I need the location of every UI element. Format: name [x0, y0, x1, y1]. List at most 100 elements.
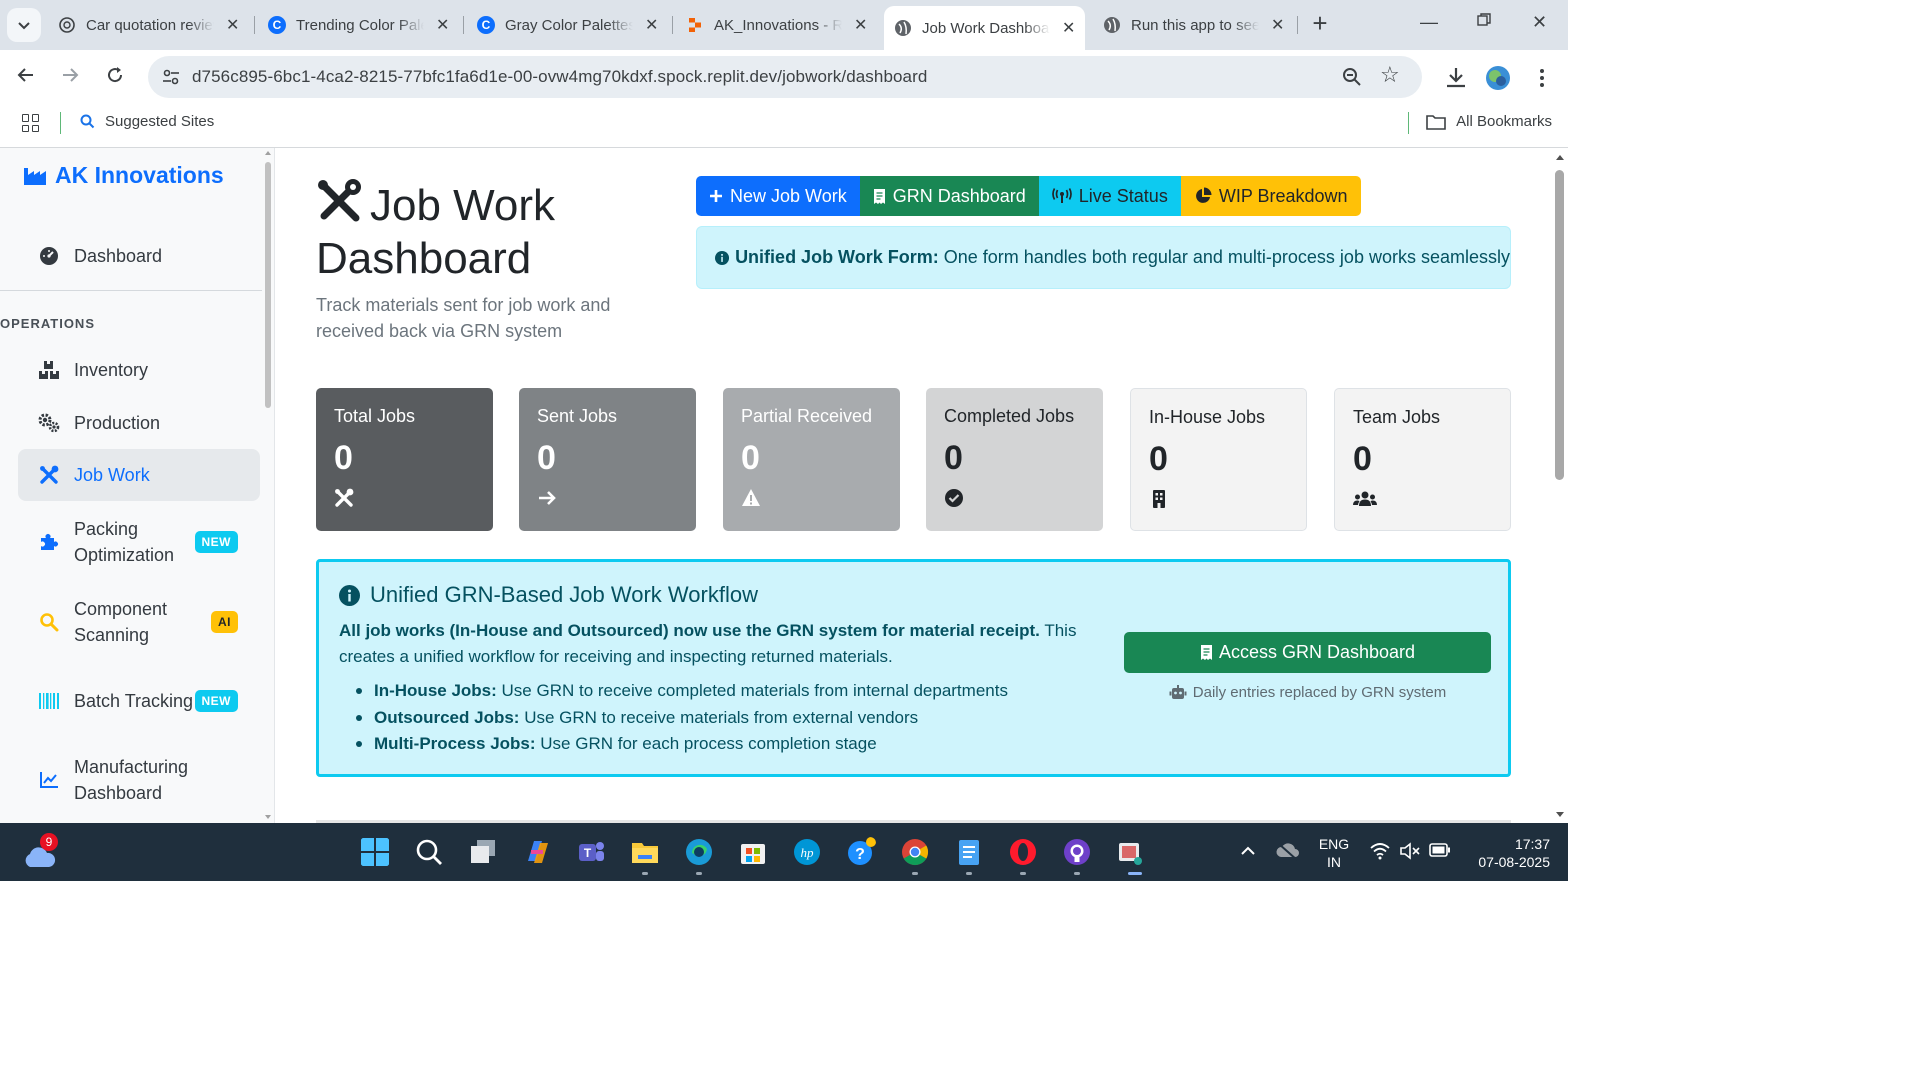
page-scrollbar-thumb[interactable] — [1555, 170, 1564, 480]
tab-separator — [463, 16, 464, 34]
tools-icon — [335, 488, 354, 507]
help-icon[interactable]: ? — [846, 837, 876, 867]
notepad-icon[interactable] — [954, 837, 984, 867]
github-desktop-icon[interactable] — [1062, 837, 1092, 867]
browser-tab[interactable]: C Gray Color Palettes ✕ — [467, 8, 668, 42]
kebab-menu-icon[interactable] — [1528, 64, 1556, 92]
weather-widget[interactable]: 9 — [22, 833, 58, 867]
sidebar-item-manufacturing-dashboard[interactable]: Manufacturing Dashboard — [18, 752, 260, 808]
address-bar[interactable]: d756c895-6bc1-4ca2-8215-77bfc1fa6d1e-00-… — [148, 56, 1422, 98]
access-grn-dashboard-button[interactable]: Access GRN Dashboard — [1124, 632, 1491, 673]
close-icon[interactable]: ✕ — [645, 15, 658, 35]
suggested-sites-bookmark[interactable]: Suggested Sites — [80, 113, 214, 130]
list-item-bold: Multi-Process Jobs: — [374, 734, 536, 753]
chrome-icon[interactable] — [900, 837, 930, 867]
running-indicator — [966, 872, 972, 875]
close-icon[interactable]: ✕ — [226, 15, 239, 35]
sidebar-item-production[interactable]: Production — [18, 403, 260, 443]
file-explorer-icon[interactable] — [630, 837, 660, 867]
notification-badge: 9 — [40, 833, 58, 851]
browser-tab[interactable]: Run this app to see ✕ — [1093, 8, 1294, 42]
page-scrollbar[interactable] — [1552, 148, 1568, 823]
forward-button[interactable] — [56, 64, 84, 92]
snipping-tool-icon[interactable] — [1116, 837, 1146, 867]
bookmark-star-icon[interactable]: ☆ — [1380, 62, 1400, 88]
scroll-up-icon[interactable] — [1555, 154, 1565, 161]
browser-tab[interactable]: AK_Innovations - Replit ✕ — [676, 8, 877, 42]
profile-avatar[interactable] — [1484, 64, 1512, 92]
chevron-up-icon[interactable] — [1240, 845, 1256, 857]
teams-icon[interactable]: T — [576, 837, 606, 867]
brand-link[interactable]: AK Innovations — [23, 162, 224, 189]
sidebar-item-batch-tracking[interactable]: Batch Tracking NEW — [18, 673, 260, 729]
browser-tab[interactable]: Car quotation review ✕ — [48, 8, 249, 42]
apps-grid-icon[interactable] — [22, 114, 40, 132]
browser-tab-active[interactable]: Job Work Dashboard ✕ — [884, 6, 1086, 50]
wip-breakdown-button[interactable]: WIP Breakdown — [1180, 176, 1361, 216]
window-close-icon[interactable]: ✕ — [1532, 12, 1547, 33]
new-tab-button[interactable]: + — [1306, 10, 1334, 38]
reload-button[interactable] — [101, 64, 129, 92]
onedrive-icon[interactable] — [1276, 841, 1300, 861]
search-icon[interactable] — [414, 837, 444, 867]
browser-tab[interactable]: C Trending Color Palettes ✕ — [258, 8, 459, 42]
sidebar-item-label: Component Scanning — [74, 599, 168, 645]
sidebar-scrollbar-thumb[interactable] — [265, 162, 271, 408]
scroll-up-icon[interactable] — [264, 150, 272, 156]
language-indicator[interactable]: ENG IN — [1316, 835, 1352, 871]
wifi-icon[interactable] — [1370, 842, 1390, 860]
os-taskbar: 9 T hp ? ENG IN 17:37 07-08-2025 — [0, 823, 1568, 881]
windows-start-icon[interactable] — [360, 837, 390, 867]
arrow-right-icon — [539, 491, 556, 505]
zoom-icon[interactable] — [1340, 65, 1364, 89]
info-alert: Unified Job Work Form: One form handles … — [696, 226, 1511, 289]
tab-title: Job Work Dashboard — [922, 19, 1050, 37]
tab-title: Run this app to see — [1131, 16, 1259, 34]
url-text[interactable]: d756c895-6bc1-4ca2-8215-77bfc1fa6d1e-00-… — [192, 67, 927, 87]
microsoft-store-icon[interactable] — [738, 837, 768, 867]
hp-icon[interactable]: hp — [792, 837, 822, 867]
new-badge: NEW — [194, 690, 238, 712]
all-bookmarks-label: All Bookmarks — [1456, 113, 1552, 130]
tab-title: AK_Innovations - Replit — [714, 16, 842, 34]
close-icon[interactable]: ✕ — [436, 15, 449, 35]
all-bookmarks-button[interactable]: All Bookmarks — [1426, 113, 1552, 130]
stat-card-total-jobs: Total Jobs 0 — [316, 388, 493, 531]
sidebar-item-packing-optimization[interactable]: Packing Optimization NEW — [18, 514, 260, 570]
chevron-down-icon — [18, 22, 30, 30]
sidebar-item-job-work[interactable]: Job Work — [18, 449, 260, 501]
browser-toolbar: d756c895-6bc1-4ca2-8215-77bfc1fa6d1e-00-… — [0, 50, 1568, 106]
task-view-icon[interactable] — [468, 837, 498, 867]
close-icon[interactable]: ✕ — [854, 15, 867, 35]
building-icon — [1153, 490, 1165, 508]
list-item-text: Use GRN for each process completion stag… — [540, 734, 877, 753]
sidebar-item-dashboard[interactable]: Dashboard — [18, 236, 260, 276]
restore-icon[interactable] — [1476, 12, 1492, 33]
live-status-button[interactable]: Live Status — [1038, 176, 1181, 216]
running-indicator — [696, 872, 702, 875]
back-button[interactable] — [12, 64, 40, 92]
browser-tab-strip: Car quotation review ✕ C Trending Color … — [0, 0, 1568, 50]
copilot-icon[interactable] — [522, 837, 552, 867]
stat-label: Team Jobs — [1353, 407, 1441, 427]
sidebar-item-component-scanning[interactable]: Component Scanning AI — [18, 594, 260, 650]
sidebar-scrollbar[interactable] — [264, 148, 272, 823]
scroll-down-icon[interactable] — [1555, 811, 1565, 818]
sidebar-item-inventory[interactable]: Inventory — [18, 350, 260, 390]
grn-dashboard-button[interactable]: GRN Dashboard — [859, 176, 1039, 216]
battery-icon[interactable] — [1429, 843, 1451, 857]
minimize-icon[interactable]: — — [1420, 12, 1438, 33]
new-job-work-button[interactable]: New Job Work — [696, 176, 860, 216]
tab-title: Trending Color Palettes — [296, 16, 424, 34]
close-icon[interactable]: ✕ — [1271, 15, 1284, 35]
cogs-icon — [38, 412, 60, 434]
speaker-muted-icon[interactable] — [1399, 842, 1421, 860]
opera-icon[interactable] — [1008, 837, 1038, 867]
close-icon[interactable]: ✕ — [1062, 18, 1075, 38]
tab-search-button[interactable] — [7, 8, 41, 42]
site-info-icon[interactable] — [160, 66, 182, 88]
clock[interactable]: 17:37 07-08-2025 — [1464, 835, 1550, 871]
edge-icon[interactable] — [684, 837, 714, 867]
scroll-down-icon[interactable] — [264, 814, 272, 820]
download-icon[interactable] — [1442, 64, 1470, 92]
